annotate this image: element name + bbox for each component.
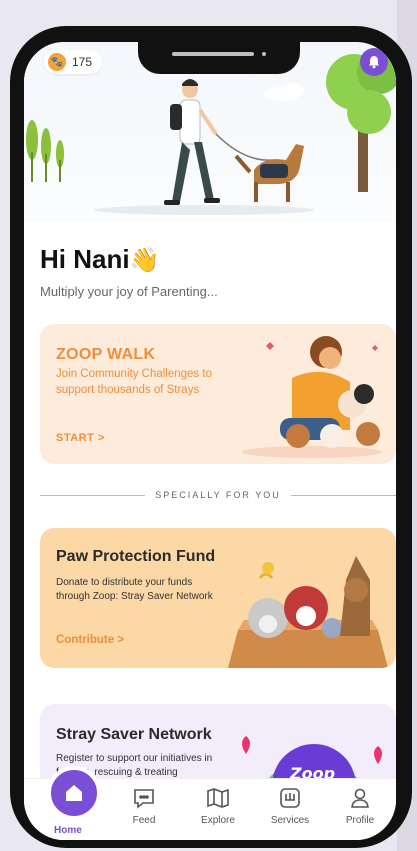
greeting-subtitle: Multiply your joy of Parenting... [40,284,218,299]
profile-icon [351,788,369,808]
section-divider: SPECIALLY FOR YOU [40,488,396,502]
paw-card-description: Donate to distribute your funds through … [56,577,213,602]
paw-coin-icon: 🐾 [48,53,66,71]
app-screen: 🐾 175 Hi Nani👋 Multiply your joy of Pare… [24,42,396,840]
walk-card-title: ZOOP WALK [56,346,156,363]
stray-card-title: Stray Saver Network [56,726,212,743]
dogs-in-box-illustration [228,556,388,668]
nav-feed[interactable]: Feed [112,785,176,826]
phone-notch [138,30,300,74]
nav-services-label: Services [270,815,310,826]
nav-feed-label: Feed [132,815,156,826]
zoop-walk-card[interactable]: ZOOP WALK Join Community Challenges to s… [40,324,396,464]
nav-profile-label: Profile [345,815,375,826]
nav-home-label[interactable]: Home [54,825,82,836]
walk-start-button[interactable]: START > [56,432,105,444]
bell-icon [369,56,379,69]
walk-card-description: Join Community Challenges to support tho… [56,368,212,397]
waving-hand-icon: 👋 [129,247,160,274]
nav-profile[interactable]: Profile [328,785,392,826]
home-icon [66,785,82,801]
nav-services[interactable]: Services [258,785,322,826]
nav-explore[interactable]: Explore [186,785,250,826]
coin-balance[interactable]: 🐾 175 [44,50,103,74]
nav-explore-label: Explore [201,815,235,826]
section-label: SPECIALLY FOR YOU [155,490,281,500]
nav-home-button[interactable] [47,766,101,820]
paw-protection-card[interactable]: Paw Protection Fund Donate to distribute… [40,528,396,668]
services-icon [280,788,300,808]
notification-button[interactable] [360,48,388,76]
bottom-nav: Home Feed Explore Services Profile [24,766,396,840]
paw-card-title: Paw Protection Fund [56,548,216,565]
contribute-button[interactable]: Contribute > [56,634,124,646]
coin-count: 175 [72,55,93,69]
feed-icon [134,789,154,809]
map-icon [207,788,229,808]
man-with-dogs-illustration [242,336,382,458]
greeting-title: Hi Nani👋 [40,244,160,274]
